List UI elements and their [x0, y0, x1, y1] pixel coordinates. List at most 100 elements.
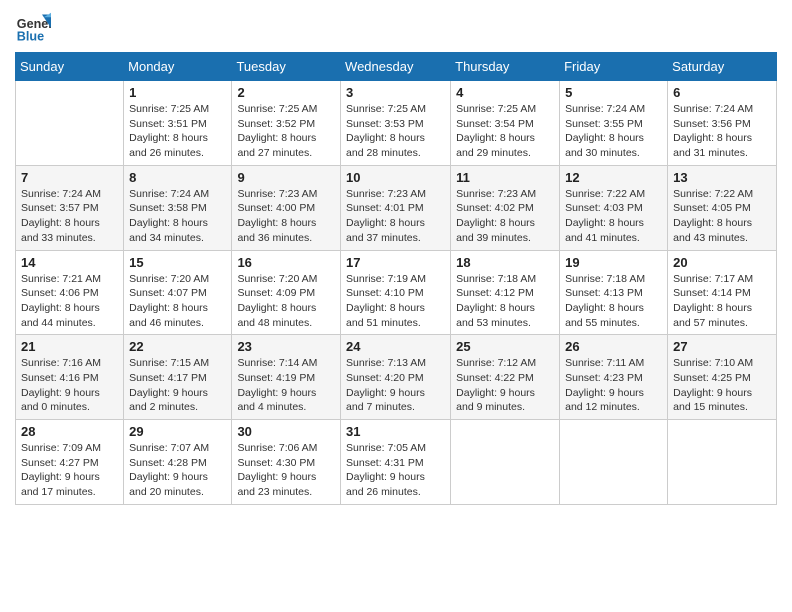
day-number: 15	[129, 255, 226, 270]
week-row-2: 14 Sunrise: 7:21 AMSunset: 4:06 PMDayligh…	[16, 250, 777, 335]
day-info: Sunrise: 7:17 AMSunset: 4:14 PMDaylight:…	[673, 272, 771, 331]
day-number: 12	[565, 170, 662, 185]
day-info: Sunrise: 7:12 AMSunset: 4:22 PMDaylight:…	[456, 356, 554, 415]
day-cell	[560, 420, 668, 505]
day-info: Sunrise: 7:15 AMSunset: 4:17 PMDaylight:…	[129, 356, 226, 415]
day-cell: 26Sunrise: 7:11 AMSunset: 4:23 PMDayligh…	[560, 335, 668, 420]
week-row-4: 28Sunrise: 7:09 AMSunset: 4:27 PMDayligh…	[16, 420, 777, 505]
day-info: Sunrise: 7:22 AMSunset: 4:05 PMDaylight:…	[673, 187, 771, 246]
calendar-table: SundayMondayTuesdayWednesdayThursdayFrid…	[15, 52, 777, 505]
day-cell: 3 Sunrise: 7:25 AMSunset: 3:53 PMDaylight…	[341, 81, 451, 166]
day-number: 31	[346, 424, 445, 439]
header-cell-sunday: Sunday	[16, 53, 124, 81]
header-cell-wednesday: Wednesday	[341, 53, 451, 81]
day-number: 11	[456, 170, 554, 185]
day-number: 22	[129, 339, 226, 354]
day-info: Sunrise: 7:06 AMSunset: 4:30 PMDaylight:…	[237, 441, 335, 500]
day-number: 7	[21, 170, 118, 185]
day-cell: 6 Sunrise: 7:24 AMSunset: 3:56 PMDaylight…	[668, 81, 777, 166]
day-info: Sunrise: 7:24 AMSunset: 3:58 PMDaylight:…	[129, 187, 226, 246]
day-info: Sunrise: 7:25 AMSunset: 3:53 PMDaylight:…	[346, 102, 445, 161]
day-number: 25	[456, 339, 554, 354]
day-info: Sunrise: 7:07 AMSunset: 4:28 PMDaylight:…	[129, 441, 226, 500]
day-info: Sunrise: 7:23 AMSunset: 4:01 PMDaylight:…	[346, 187, 445, 246]
day-info: Sunrise: 7:23 AMSunset: 4:00 PMDaylight:…	[237, 187, 335, 246]
day-number: 4	[456, 85, 554, 100]
day-info: Sunrise: 7:22 AMSunset: 4:03 PMDaylight:…	[565, 187, 662, 246]
day-number: 14	[21, 255, 118, 270]
day-number: 24	[346, 339, 445, 354]
svg-text:Blue: Blue	[17, 30, 44, 44]
day-info: Sunrise: 7:24 AMSunset: 3:56 PMDaylight:…	[673, 102, 771, 161]
header-cell-friday: Friday	[560, 53, 668, 81]
day-info: Sunrise: 7:25 AMSunset: 3:51 PMDaylight:…	[129, 102, 226, 161]
day-cell: 23 Sunrise: 7:14 AMSunset: 4:19 PMDayligh…	[232, 335, 341, 420]
day-cell	[668, 420, 777, 505]
day-cell: 11 Sunrise: 7:23 AMSunset: 4:02 PMDayligh…	[451, 165, 560, 250]
day-number: 9	[237, 170, 335, 185]
day-cell: 1 Sunrise: 7:25 AMSunset: 3:51 PMDaylight…	[124, 81, 232, 166]
day-number: 18	[456, 255, 554, 270]
week-row-0: 1 Sunrise: 7:25 AMSunset: 3:51 PMDaylight…	[16, 81, 777, 166]
day-number: 19	[565, 255, 662, 270]
day-cell: 24 Sunrise: 7:13 AMSunset: 4:20 PMDayligh…	[341, 335, 451, 420]
day-cell: 29 Sunrise: 7:07 AMSunset: 4:28 PMDayligh…	[124, 420, 232, 505]
day-cell: 17Sunrise: 7:19 AMSunset: 4:10 PMDayligh…	[341, 250, 451, 335]
day-number: 17	[346, 255, 445, 270]
day-cell: 13Sunrise: 7:22 AMSunset: 4:05 PMDayligh…	[668, 165, 777, 250]
day-cell: 15 Sunrise: 7:20 AMSunset: 4:07 PMDayligh…	[124, 250, 232, 335]
day-number: 21	[21, 339, 118, 354]
day-cell: 18 Sunrise: 7:18 AMSunset: 4:12 PMDayligh…	[451, 250, 560, 335]
day-cell: 19Sunrise: 7:18 AMSunset: 4:13 PMDayligh…	[560, 250, 668, 335]
day-number: 16	[237, 255, 335, 270]
day-info: Sunrise: 7:23 AMSunset: 4:02 PMDaylight:…	[456, 187, 554, 246]
header-row: SundayMondayTuesdayWednesdayThursdayFrid…	[16, 53, 777, 81]
day-info: Sunrise: 7:13 AMSunset: 4:20 PMDaylight:…	[346, 356, 445, 415]
day-cell: 20 Sunrise: 7:17 AMSunset: 4:14 PMDayligh…	[668, 250, 777, 335]
header-cell-saturday: Saturday	[668, 53, 777, 81]
day-number: 20	[673, 255, 771, 270]
day-info: Sunrise: 7:25 AMSunset: 3:54 PMDaylight:…	[456, 102, 554, 161]
day-info: Sunrise: 7:21 AMSunset: 4:06 PMDaylight:…	[21, 272, 118, 331]
day-info: Sunrise: 7:20 AMSunset: 4:07 PMDaylight:…	[129, 272, 226, 331]
day-cell: 27 Sunrise: 7:10 AMSunset: 4:25 PMDayligh…	[668, 335, 777, 420]
logo: General Blue	[15, 10, 51, 46]
day-cell	[16, 81, 124, 166]
day-cell: 10 Sunrise: 7:23 AMSunset: 4:01 PMDayligh…	[341, 165, 451, 250]
day-number: 1	[129, 85, 226, 100]
day-info: Sunrise: 7:20 AMSunset: 4:09 PMDaylight:…	[237, 272, 335, 331]
day-number: 3	[346, 85, 445, 100]
header-cell-tuesday: Tuesday	[232, 53, 341, 81]
header-cell-monday: Monday	[124, 53, 232, 81]
day-info: Sunrise: 7:11 AMSunset: 4:23 PMDaylight:…	[565, 356, 662, 415]
day-cell	[451, 420, 560, 505]
day-number: 29	[129, 424, 226, 439]
day-cell: 21 Sunrise: 7:16 AMSunset: 4:16 PMDayligh…	[16, 335, 124, 420]
day-number: 8	[129, 170, 226, 185]
day-info: Sunrise: 7:18 AMSunset: 4:12 PMDaylight:…	[456, 272, 554, 331]
day-cell: 12 Sunrise: 7:22 AMSunset: 4:03 PMDayligh…	[560, 165, 668, 250]
day-cell: 4 Sunrise: 7:25 AMSunset: 3:54 PMDaylight…	[451, 81, 560, 166]
day-info: Sunrise: 7:05 AMSunset: 4:31 PMDaylight:…	[346, 441, 445, 500]
day-cell: 8 Sunrise: 7:24 AMSunset: 3:58 PMDaylight…	[124, 165, 232, 250]
day-info: Sunrise: 7:24 AMSunset: 3:57 PMDaylight:…	[21, 187, 118, 246]
day-info: Sunrise: 7:09 AMSunset: 4:27 PMDaylight:…	[21, 441, 118, 500]
day-cell: 25 Sunrise: 7:12 AMSunset: 4:22 PMDayligh…	[451, 335, 560, 420]
day-cell: 31 Sunrise: 7:05 AMSunset: 4:31 PMDayligh…	[341, 420, 451, 505]
day-info: Sunrise: 7:10 AMSunset: 4:25 PMDaylight:…	[673, 356, 771, 415]
day-cell: 14 Sunrise: 7:21 AMSunset: 4:06 PMDayligh…	[16, 250, 124, 335]
day-info: Sunrise: 7:25 AMSunset: 3:52 PMDaylight:…	[237, 102, 335, 161]
day-cell: 30 Sunrise: 7:06 AMSunset: 4:30 PMDayligh…	[232, 420, 341, 505]
day-info: Sunrise: 7:14 AMSunset: 4:19 PMDaylight:…	[237, 356, 335, 415]
day-number: 6	[673, 85, 771, 100]
day-number: 30	[237, 424, 335, 439]
day-cell: 7 Sunrise: 7:24 AMSunset: 3:57 PMDaylight…	[16, 165, 124, 250]
day-number: 27	[673, 339, 771, 354]
page-header: General Blue	[15, 10, 777, 46]
day-number: 10	[346, 170, 445, 185]
day-number: 23	[237, 339, 335, 354]
day-cell: 16 Sunrise: 7:20 AMSunset: 4:09 PMDayligh…	[232, 250, 341, 335]
day-info: Sunrise: 7:16 AMSunset: 4:16 PMDaylight:…	[21, 356, 118, 415]
day-number: 5	[565, 85, 662, 100]
day-cell: 22 Sunrise: 7:15 AMSunset: 4:17 PMDayligh…	[124, 335, 232, 420]
